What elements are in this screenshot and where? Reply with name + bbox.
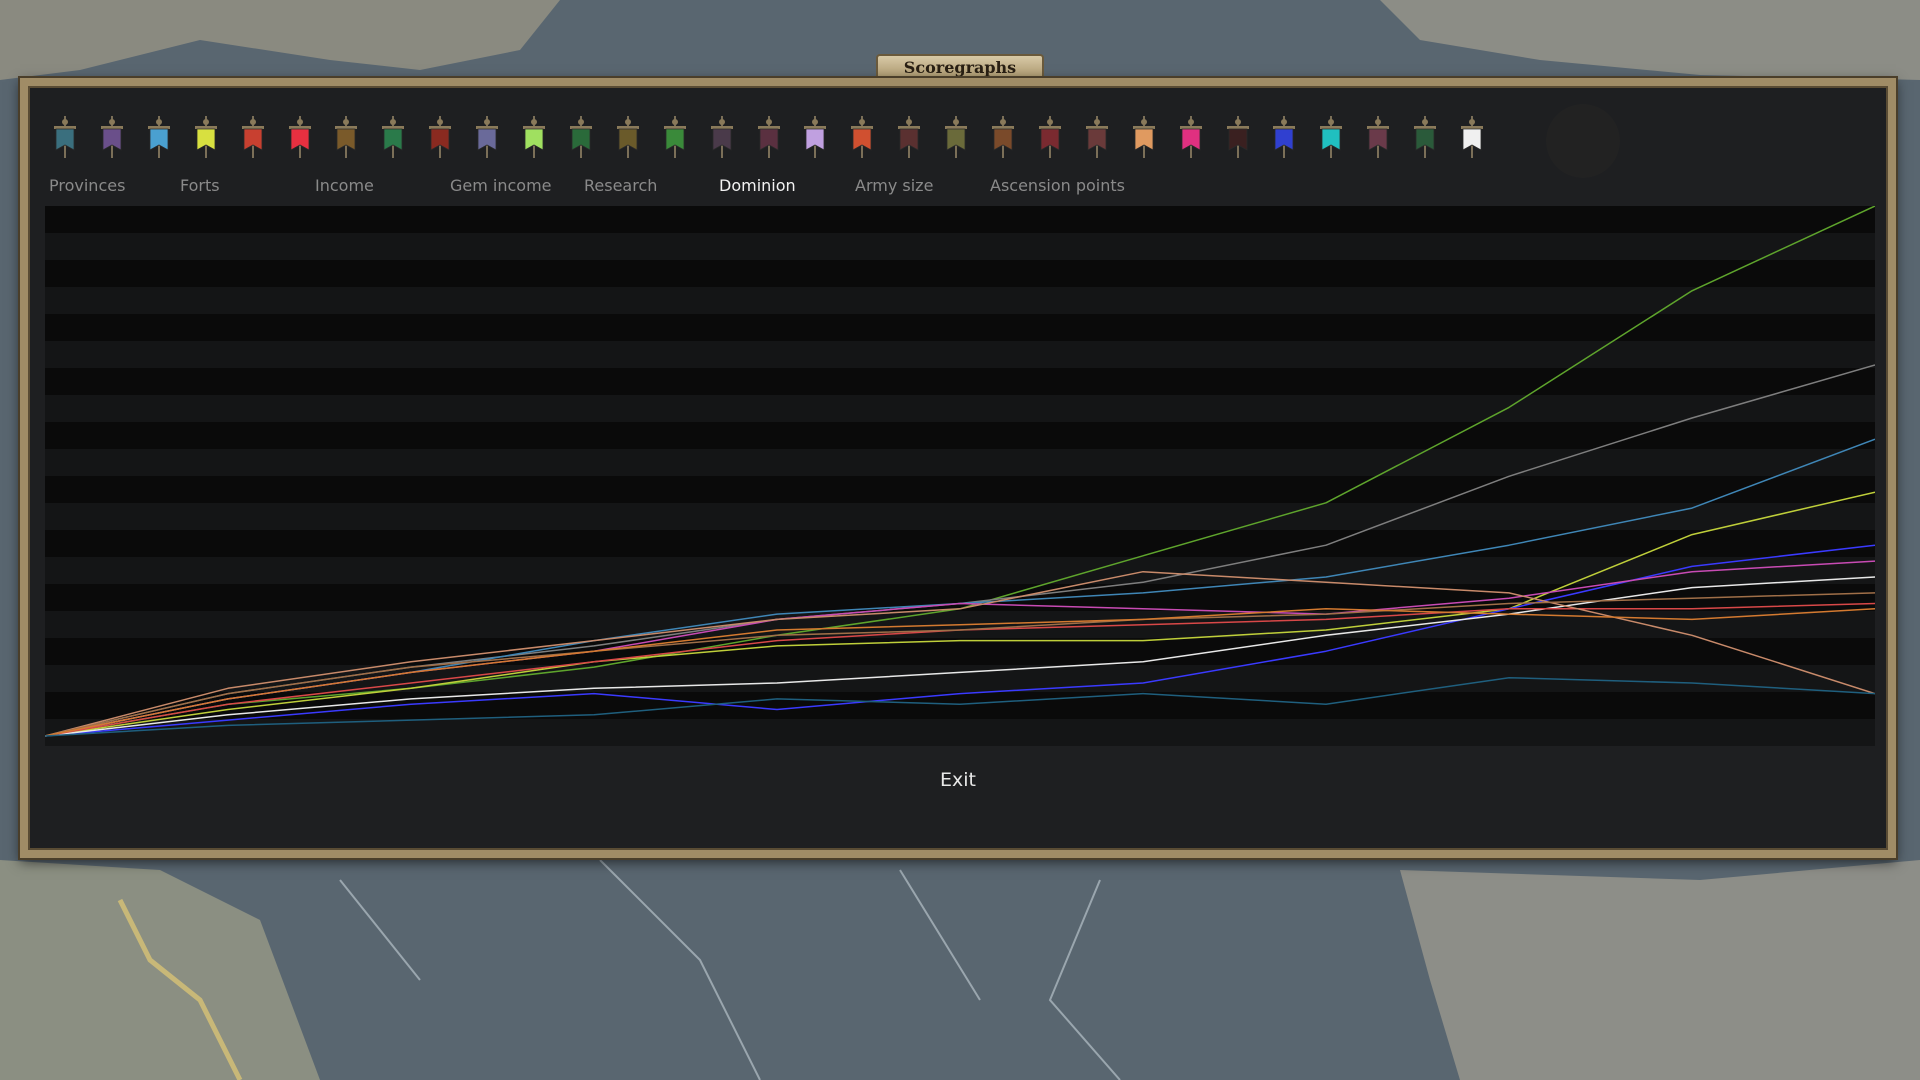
- dominion-line-chart: [45, 206, 1875, 746]
- nation-banner-3[interactable]: [146, 114, 172, 160]
- crest-emblem-icon: [1546, 104, 1620, 178]
- tab-dominion[interactable]: Dominion: [719, 176, 796, 195]
- nation-banner-5[interactable]: [240, 114, 266, 160]
- tab-income[interactable]: Income: [315, 176, 374, 195]
- chart-stripe: [45, 341, 1875, 368]
- chart-stripe: [45, 233, 1875, 260]
- nation-banner-20[interactable]: [943, 114, 969, 160]
- chart-stripe: [45, 638, 1875, 665]
- nation-banner-9[interactable]: [427, 114, 453, 160]
- chart-stripe: [45, 476, 1875, 503]
- nation-banner-10[interactable]: [474, 114, 500, 160]
- window-title: Scoregraphs: [876, 54, 1044, 80]
- nation-banner-22[interactable]: [1037, 114, 1063, 160]
- chart-stripe: [45, 260, 1875, 287]
- nation-banner-row: [52, 114, 1552, 160]
- chart-stripe: [45, 314, 1875, 341]
- nation-banner-25[interactable]: [1178, 114, 1204, 160]
- nation-banner-31[interactable]: [1459, 114, 1485, 160]
- nation-banner-7[interactable]: [333, 114, 359, 160]
- nation-banner-15[interactable]: [709, 114, 735, 160]
- nation-banner-1[interactable]: [52, 114, 78, 160]
- nation-banner-12[interactable]: [568, 114, 594, 160]
- nation-banner-21[interactable]: [990, 114, 1016, 160]
- exit-button[interactable]: Exit: [928, 766, 988, 794]
- nation-banner-27[interactable]: [1271, 114, 1297, 160]
- nation-banner-8[interactable]: [380, 114, 406, 160]
- chart-stripe: [45, 530, 1875, 557]
- chart-stripe: [45, 287, 1875, 314]
- nation-banner-23[interactable]: [1084, 114, 1110, 160]
- nation-banner-16[interactable]: [756, 114, 782, 160]
- nation-banner-11[interactable]: [521, 114, 547, 160]
- nation-banner-28[interactable]: [1318, 114, 1344, 160]
- nation-banner-17[interactable]: [802, 114, 828, 160]
- nation-banner-29[interactable]: [1365, 114, 1391, 160]
- graph-category-tabs: Provinces Forts Income Gem income Resear…: [28, 176, 1228, 198]
- nation-banner-18[interactable]: [849, 114, 875, 160]
- nation-banner-19[interactable]: [896, 114, 922, 160]
- nation-banner-4[interactable]: [193, 114, 219, 160]
- chart-stripe: [45, 395, 1875, 422]
- tab-gem-income[interactable]: Gem income: [450, 176, 552, 195]
- tab-army-size[interactable]: Army size: [855, 176, 933, 195]
- chart-stripe: [45, 422, 1875, 449]
- nation-banner-24[interactable]: [1131, 114, 1157, 160]
- nation-banner-30[interactable]: [1412, 114, 1438, 160]
- chart-stripe: [45, 665, 1875, 692]
- landmass-southeast: [1400, 860, 1920, 1080]
- tab-provinces[interactable]: Provinces: [49, 176, 125, 195]
- nation-banner-14[interactable]: [662, 114, 688, 160]
- chart-stripe: [45, 368, 1875, 395]
- nation-banner-26[interactable]: [1225, 114, 1251, 160]
- nation-banner-6[interactable]: [287, 114, 313, 160]
- chart-stripe: [45, 449, 1875, 476]
- nation-banner-2[interactable]: [99, 114, 125, 160]
- tab-research[interactable]: Research: [584, 176, 657, 195]
- nation-banner-13[interactable]: [615, 114, 641, 160]
- chart-stripe: [45, 557, 1875, 584]
- tab-forts[interactable]: Forts: [180, 176, 220, 195]
- tab-ascension-points[interactable]: Ascension points: [990, 176, 1125, 195]
- chart-stripe: [45, 206, 1875, 233]
- scoregraphs-panel: Provinces Forts Income Gem income Resear…: [20, 78, 1896, 858]
